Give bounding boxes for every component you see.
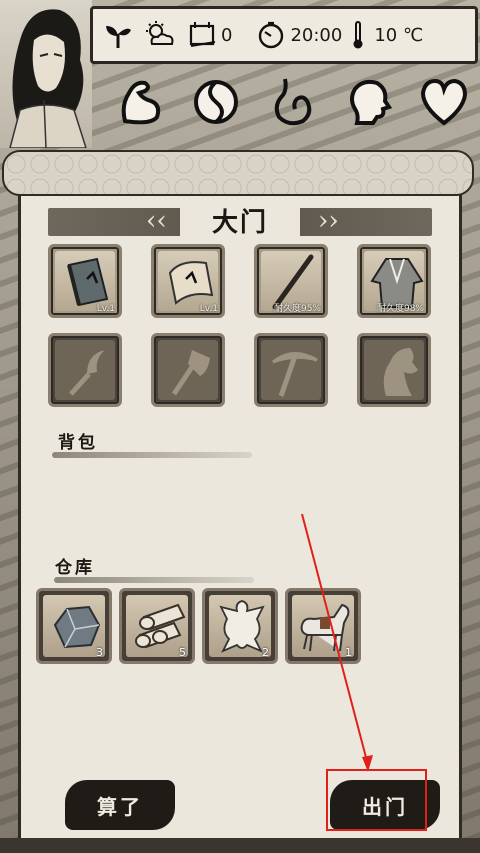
axe-icon bbox=[171, 350, 210, 396]
divider bbox=[54, 577, 254, 583]
ground-strip bbox=[0, 838, 480, 853]
sickle-icon bbox=[69, 350, 105, 396]
equipment-slot-robe[interactable]: 耐久度98% bbox=[357, 244, 431, 318]
head-icon[interactable] bbox=[340, 72, 396, 132]
thermometer-icon[interactable] bbox=[350, 18, 366, 52]
horse-head-icon bbox=[383, 348, 418, 396]
status-bar: 0 20:00 10 ℃ bbox=[90, 6, 478, 64]
strength-icon[interactable] bbox=[112, 72, 168, 132]
sprout-icon[interactable] bbox=[101, 18, 135, 52]
stats-row bbox=[112, 72, 472, 132]
item-count: 5 bbox=[179, 646, 186, 659]
equipment-label: Lv.1 bbox=[96, 304, 115, 314]
scroll-rod bbox=[2, 150, 474, 196]
warehouse-heading: 仓库 bbox=[55, 558, 95, 578]
calendar-icon[interactable] bbox=[185, 18, 219, 52]
pickaxe-icon bbox=[272, 352, 318, 397]
days-count: 0 bbox=[221, 24, 233, 46]
next-location-button[interactable]: ›› bbox=[318, 206, 339, 236]
warehouse-item-stone[interactable]: 3 bbox=[36, 588, 112, 664]
highlight-box bbox=[326, 769, 427, 831]
item-count: 1 bbox=[345, 646, 352, 659]
backpack-area bbox=[50, 462, 430, 548]
character-portrait[interactable] bbox=[0, 0, 92, 148]
equipment-label: Lv.1 bbox=[199, 304, 218, 314]
item-count: 2 bbox=[262, 646, 269, 659]
yin-yang-icon[interactable] bbox=[188, 72, 244, 132]
divider bbox=[52, 452, 252, 458]
equipment-slot-scroll[interactable]: Lv.1 bbox=[151, 244, 225, 318]
backpack-heading: 背包 bbox=[58, 433, 98, 453]
item-count: 3 bbox=[96, 646, 103, 659]
equipment-slot-book[interactable]: Lv.1 bbox=[48, 244, 122, 318]
tool-slot-mount[interactable] bbox=[357, 333, 431, 407]
location-title: 大门 bbox=[180, 198, 300, 242]
heart-icon[interactable] bbox=[416, 72, 472, 132]
warehouse-item-logs[interactable]: 5 bbox=[119, 588, 195, 664]
clock-icon[interactable] bbox=[254, 18, 288, 52]
equipment-slot-staff[interactable]: 耐久度95% bbox=[254, 244, 328, 318]
tool-slot-sickle[interactable] bbox=[48, 333, 122, 407]
cancel-button[interactable]: 算了 bbox=[65, 780, 175, 830]
prev-location-button[interactable]: ‹‹ bbox=[146, 206, 167, 236]
stomach-icon[interactable] bbox=[264, 72, 320, 132]
tool-slot-pickaxe[interactable] bbox=[254, 333, 328, 407]
temperature-display: 10 ℃ bbox=[374, 24, 424, 46]
tool-slot-axe[interactable] bbox=[151, 333, 225, 407]
equipment-label: 耐久度98% bbox=[376, 304, 424, 314]
equipment-label: 耐久度95% bbox=[273, 304, 321, 314]
time-display: 20:00 bbox=[290, 24, 343, 46]
warehouse-item-fur[interactable]: 2 bbox=[202, 588, 278, 664]
warehouse-item-horse[interactable]: 1 bbox=[285, 588, 361, 664]
weather-icon[interactable] bbox=[143, 18, 177, 52]
